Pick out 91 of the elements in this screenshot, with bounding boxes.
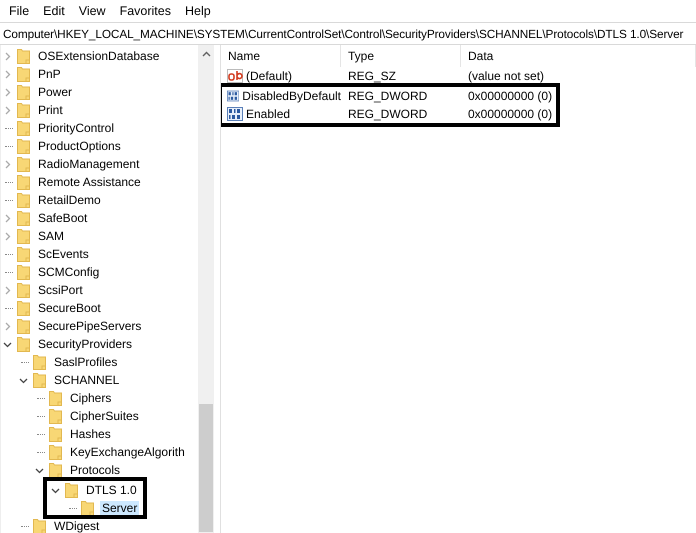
folder-icon (49, 408, 62, 424)
folder-icon (17, 336, 30, 352)
column-header[interactable]: Name (221, 45, 341, 67)
chevron-right-icon[interactable] (2, 232, 12, 240)
chevron-right-icon[interactable] (2, 88, 12, 96)
folder-icon (49, 390, 62, 406)
menu-item[interactable]: Help (178, 4, 218, 18)
tree-item[interactable]: Remote Assistance (36, 175, 143, 189)
value-type: REG_SZ (347, 69, 398, 83)
folder-icon (17, 192, 30, 208)
folder-icon (49, 444, 62, 460)
value-name[interactable]: DisabledByDefault (242, 89, 341, 103)
string-value-icon (227, 69, 243, 83)
tree-item[interactable]: ProductOptions (36, 139, 123, 153)
tree-item[interactable]: PriorityControl (36, 121, 116, 135)
folder-icon (17, 318, 30, 334)
scroll-up-icon[interactable] (202, 50, 210, 56)
value-type: REG_DWORD (347, 89, 428, 103)
tree-item[interactable]: Ciphers (68, 391, 114, 405)
menu-item[interactable]: File (2, 4, 36, 18)
folder-icon (17, 84, 30, 100)
value-type: REG_DWORD (347, 107, 428, 121)
chevron-down-icon[interactable] (18, 376, 28, 384)
chevron-right-icon[interactable] (2, 160, 12, 168)
tree-item[interactable]: SaslProfiles (52, 355, 120, 369)
value-data: 0x00000000 (0) (467, 89, 552, 103)
folder-icon (49, 426, 62, 442)
folder-icon (33, 518, 46, 533)
folder-icon (17, 282, 30, 298)
tree-item[interactable]: Power (36, 85, 74, 99)
tree-item[interactable]: Protocols (68, 463, 122, 477)
folder-icon (81, 500, 94, 516)
tree-item[interactable]: SCMConfig (36, 265, 102, 279)
chevron-right-icon[interactable] (2, 70, 12, 78)
chevron-down-icon[interactable] (50, 486, 60, 494)
folder-icon (17, 120, 30, 136)
value-data: (value not set) (467, 69, 546, 83)
menu-item[interactable]: Edit (36, 4, 72, 18)
tree-item[interactable]: Hashes (68, 427, 113, 441)
scrollbar[interactable] (198, 45, 214, 533)
binary-value-icon (227, 107, 243, 121)
tree-item[interactable]: PnP (36, 67, 63, 81)
menu-item[interactable]: View (72, 4, 113, 18)
tree-item[interactable]: SCHANNEL (52, 373, 122, 387)
chevron-right-icon[interactable] (2, 286, 12, 294)
chevron-right-icon[interactable] (2, 214, 12, 222)
folder-icon (33, 372, 46, 388)
tree-item[interactable]: Server (100, 501, 140, 515)
tree-item[interactable]: SecureBoot (36, 301, 103, 315)
folder-icon (17, 210, 30, 226)
tree-item[interactable]: RadioManagement (36, 157, 142, 171)
folder-icon (17, 138, 30, 154)
tree-item[interactable]: SAM (36, 229, 66, 243)
value-name[interactable]: Enabled (246, 107, 290, 121)
tree-item[interactable]: CipherSuites (68, 409, 141, 423)
scroll-thumb[interactable] (199, 404, 213, 532)
column-header[interactable]: Data (461, 45, 696, 67)
chevron-right-icon[interactable] (2, 322, 12, 330)
tree-item[interactable]: SecurityProviders (36, 337, 134, 351)
address-bar[interactable]: Computer\HKEY_LOCAL_MACHINE\SYSTEM\CurrentControlSet\Control\SecurityProviders\SCHANNEL\Protocols\DTLS 1.0\Server (3, 26, 684, 40)
folder-icon (17, 174, 30, 190)
tree-item[interactable]: Print (36, 103, 65, 117)
folder-icon (17, 102, 30, 118)
menu-item[interactable]: Favorites (112, 4, 178, 18)
folder-icon (17, 228, 30, 244)
tree-item[interactable]: ScsiPort (36, 283, 85, 297)
folder-icon (17, 66, 30, 82)
folder-icon (49, 462, 62, 478)
folder-icon (17, 156, 30, 172)
tree-item[interactable]: ScEvents (36, 247, 91, 261)
value-data: 0x00000000 (0) (467, 107, 552, 121)
folder-icon (33, 354, 46, 370)
folder-icon (17, 48, 30, 64)
chevron-down-icon[interactable] (2, 340, 12, 348)
binary-value-icon (227, 89, 240, 103)
column-header[interactable]: Type (341, 45, 461, 67)
chevron-right-icon[interactable] (2, 106, 12, 114)
tree-item[interactable]: RetailDemo (36, 193, 103, 207)
folder-icon (17, 246, 30, 262)
tree-item[interactable]: KeyExchangeAlgorith (68, 445, 187, 459)
tree-item[interactable]: SecurePipeServers (36, 319, 144, 333)
tree-item[interactable]: DTLS 1.0 (84, 483, 139, 497)
chevron-right-icon[interactable] (2, 52, 12, 60)
tree-item[interactable]: OSExtensionDatabase (36, 49, 162, 63)
folder-icon (17, 300, 30, 316)
folder-icon (65, 482, 78, 498)
folder-icon (17, 264, 30, 280)
tree-item[interactable]: WDigest (52, 519, 102, 533)
chevron-down-icon[interactable] (34, 466, 44, 474)
value-name[interactable]: (Default) (246, 69, 292, 83)
tree-item[interactable]: SafeBoot (36, 211, 90, 225)
